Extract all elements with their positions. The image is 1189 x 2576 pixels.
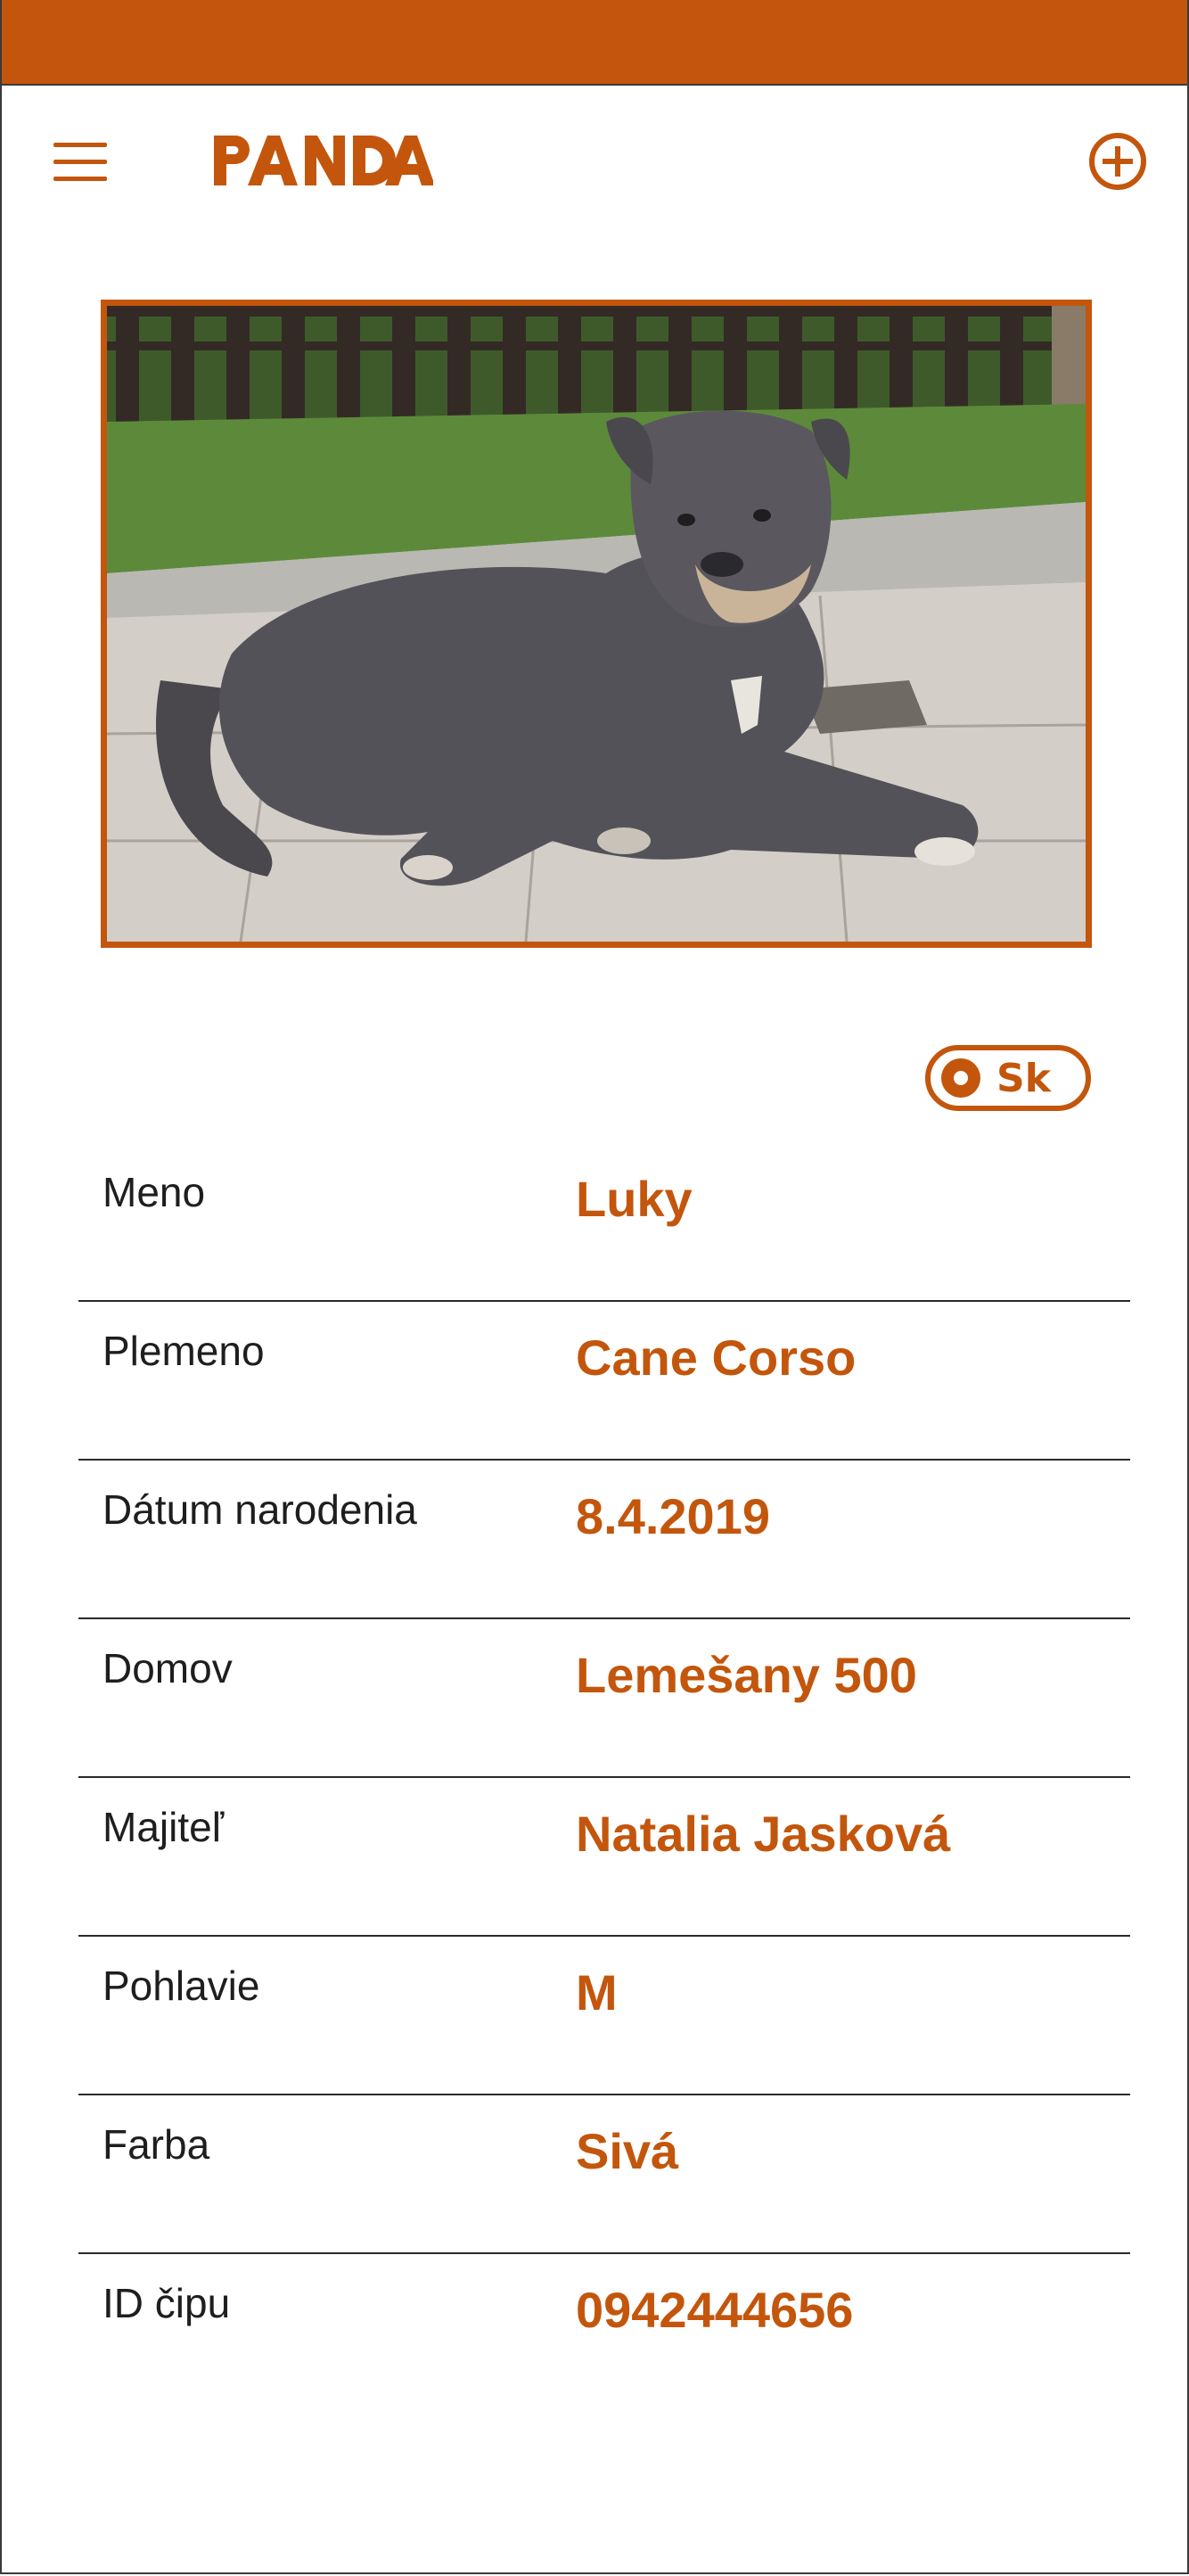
- detail-label: ID čipu: [102, 2280, 231, 2326]
- status-bar: [2, 0, 1187, 86]
- detail-label: Plemeno: [102, 1328, 265, 1374]
- detail-label: Pohlavie: [102, 1963, 260, 2009]
- detail-row-color: Farba Sivá: [78, 2095, 1130, 2254]
- detail-row-birth-date: Dátum narodenia 8.4.2019: [78, 1461, 1130, 1619]
- detail-value: 8.4.2019: [576, 1488, 770, 1544]
- detail-value: Sivá: [576, 2123, 679, 2179]
- detail-value: Luky: [576, 1171, 693, 1227]
- detail-row-name: Meno Luky: [78, 1143, 1130, 1302]
- detail-value: 0942444656: [576, 2282, 854, 2338]
- panda-logo: [214, 136, 433, 185]
- detail-label: Majiteľ: [102, 1804, 225, 1850]
- dog-photo: [101, 300, 1092, 948]
- top-bar: [2, 86, 1187, 237]
- dog-image: [107, 306, 1086, 942]
- language-label: Sk: [996, 1055, 1051, 1101]
- detail-label: Meno: [102, 1169, 206, 1215]
- detail-row-owner: Majiteľ Natalia Jasková: [78, 1778, 1130, 1937]
- app-screen: Sk Meno Luky Plemeno Cane Corso Dátum na…: [0, 0, 1189, 2574]
- detail-value: M: [576, 1964, 618, 2020]
- detail-row-breed: Plemeno Cane Corso: [78, 1302, 1130, 1461]
- pet-details-list: Meno Luky Plemeno Cane Corso Dátum narod…: [78, 1143, 1130, 2411]
- detail-row-home: Domov Lemešany 500: [78, 1619, 1130, 1778]
- radio-dot-icon: [941, 1058, 980, 1098]
- detail-value: Natalia Jasková: [576, 1806, 951, 1862]
- detail-label: Domov: [102, 1645, 233, 1691]
- detail-label: Farba: [102, 2121, 210, 2168]
- detail-row-sex: Pohlavie M: [78, 1937, 1130, 2095]
- detail-row-chip-id: ID čipu 0942444656: [78, 2254, 1130, 2411]
- language-toggle[interactable]: Sk: [925, 1045, 1091, 1111]
- plus-circle-icon[interactable]: [1088, 132, 1147, 191]
- detail-value: Lemešany 500: [576, 1647, 917, 1703]
- detail-value: Cane Corso: [576, 1329, 857, 1386]
- hamburger-menu-icon[interactable]: [53, 143, 111, 184]
- detail-label: Dátum narodenia: [102, 1486, 417, 1533]
